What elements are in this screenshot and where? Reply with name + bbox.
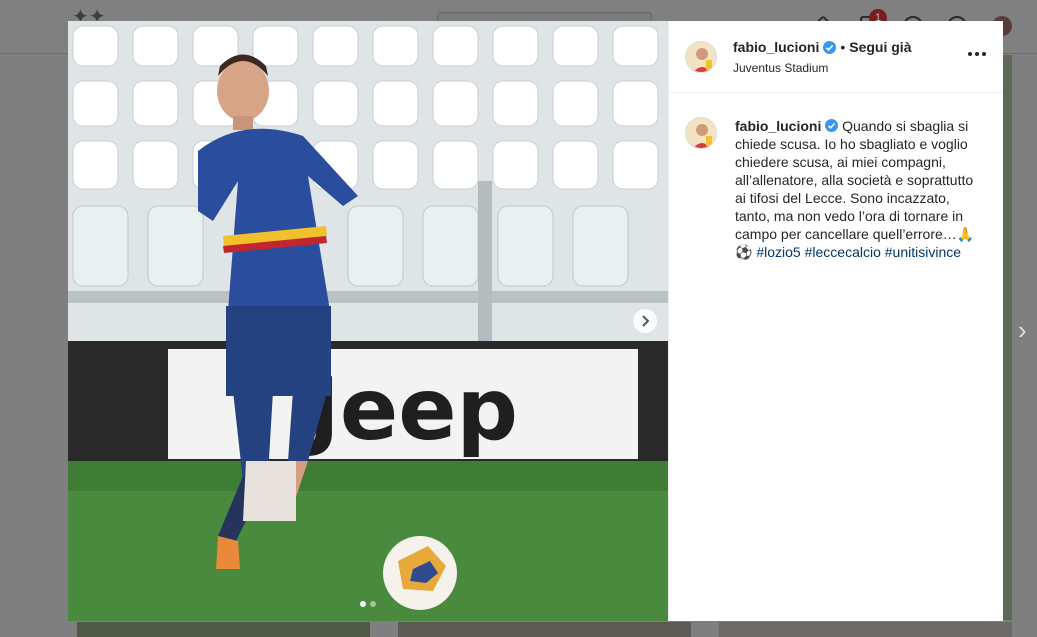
hashtag-line: ⚽ #lozio5 #leccecalcio #unitisivince	[735, 244, 961, 260]
hashtag-link[interactable]: #unitisivince	[885, 244, 961, 260]
post-photo: Jeep	[68, 21, 668, 621]
background-grid-tile	[77, 622, 370, 637]
caption-text-block: fabio_lucioni Quando si sbaglia si chied…	[735, 117, 980, 261]
carousel-next-button[interactable]	[633, 309, 657, 333]
verified-badge-icon	[825, 119, 839, 132]
chevron-right-icon	[642, 315, 650, 327]
post-sidebar: fabio_lucioni • Segui già Juventus Stadi…	[668, 21, 1003, 621]
caption-author-avatar[interactable]	[685, 117, 717, 149]
next-post-arrow[interactable]: ›	[1018, 317, 1036, 343]
follow-status-button[interactable]: Segui già	[849, 39, 911, 55]
background-grid-tile	[398, 622, 691, 637]
follow-separator: •	[840, 39, 846, 55]
background-grid-tile	[719, 622, 1012, 637]
post-photo-image: Jeep	[68, 21, 668, 621]
author-line: fabio_lucioni • Segui già	[733, 39, 911, 55]
soccer-ball-icon: ⚽	[735, 244, 753, 260]
svg-text:Jeep: Jeep	[303, 360, 518, 460]
post-location[interactable]: Juventus Stadium	[733, 61, 828, 75]
hashtag-link[interactable]: #lozio5	[756, 244, 800, 260]
author-username[interactable]: fabio_lucioni	[733, 39, 819, 55]
more-options-icon[interactable]	[965, 46, 989, 62]
verified-badge-icon	[823, 40, 837, 54]
author-avatar[interactable]	[685, 41, 717, 73]
post-modal: Jeep fabio_lucioni • Segui già Juventus …	[68, 21, 1003, 621]
carousel-dot	[370, 601, 376, 607]
carousel-dot-active	[360, 601, 366, 607]
caption-author-username[interactable]: fabio_lucioni	[735, 118, 821, 134]
caption-text: Quando si sbaglia si chiede scusa. Io ho…	[735, 118, 974, 242]
carousel-dots	[360, 601, 376, 607]
praying-hands-emoji: 🙏	[956, 226, 975, 242]
background-grid-tile	[1003, 55, 1012, 620]
hashtag-link[interactable]: #leccecalcio	[805, 244, 881, 260]
post-header: fabio_lucioni • Segui già Juventus Stadi…	[669, 21, 1003, 93]
